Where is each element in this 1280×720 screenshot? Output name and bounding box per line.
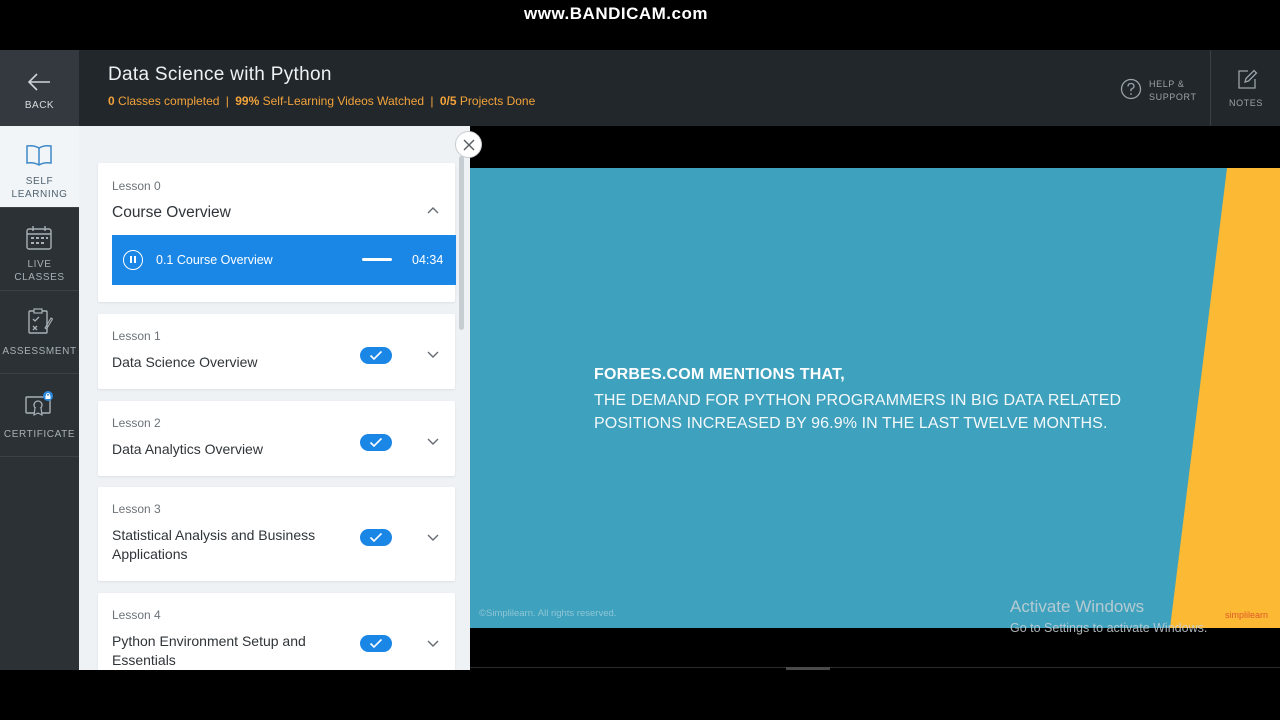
slide-heading: FORBES.COM MENTIONS THAT, xyxy=(594,366,845,383)
help-label-line1: HELP & xyxy=(1149,79,1185,89)
nav-label-line1: CERTIFICATE xyxy=(3,429,76,440)
lesson-title: Course Overview xyxy=(112,204,231,221)
completed-check-badge xyxy=(360,347,392,364)
calendar-icon xyxy=(26,226,52,250)
nav-self-learning[interactable]: SELF LEARNING xyxy=(0,126,79,208)
classes-completed-count: 0 xyxy=(108,94,115,108)
notes-button[interactable]: NOTES xyxy=(1212,50,1280,126)
chevron-down-icon[interactable] xyxy=(427,640,439,648)
lesson-title: Statistical Analysis and Business Applic… xyxy=(112,527,316,562)
player-progress-marker xyxy=(786,667,830,670)
pause-icon[interactable] xyxy=(123,250,143,270)
course-title: Data Science with Python xyxy=(108,64,332,85)
lesson-number: Lesson 1 xyxy=(112,329,161,343)
nav-label-line1: SELF xyxy=(25,176,54,187)
left-navigation: SELF LEARNING LIVE CLASSES ASSESSMENT CE… xyxy=(0,126,79,670)
completed-check-badge xyxy=(360,635,392,652)
lesson-title: Python Environment Setup and Essentials xyxy=(112,633,306,668)
nav-label-line1: LIVE xyxy=(27,259,52,270)
book-icon xyxy=(26,145,52,166)
checkmark-icon xyxy=(369,437,383,448)
certificate-lock-icon xyxy=(25,391,53,417)
lesson-number: Lesson 0 xyxy=(112,179,161,193)
help-support-label: HELP & SUPPORT xyxy=(1149,78,1197,104)
lesson-card-1[interactable]: Lesson 1 Data Science Overview xyxy=(98,314,455,389)
back-button[interactable]: BACK xyxy=(0,50,79,126)
chevron-up-icon[interactable] xyxy=(427,206,439,214)
lesson-number: Lesson 2 xyxy=(112,416,161,430)
completed-check-badge xyxy=(360,434,392,451)
lesson-card-0[interactable]: Lesson 0 Course Overview 0.1 Course Over… xyxy=(98,163,456,302)
checkmark-icon xyxy=(369,638,383,649)
lesson-number: Lesson 3 xyxy=(112,502,161,516)
course-header: BACK Data Science with Python 0 Classes … xyxy=(0,50,1280,126)
slide-body-text: THE DEMAND FOR PYTHON PROGRAMMERS IN BIG… xyxy=(594,392,1122,432)
nav-certificate[interactable]: CERTIFICATE xyxy=(0,375,79,457)
chevron-down-icon[interactable] xyxy=(427,438,439,446)
course-progress-stats: 0 Classes completed | 99% Self-Learning … xyxy=(108,94,535,108)
lesson-title: Data Analytics Overview xyxy=(112,441,263,457)
slide-brand-logo: simplilearn xyxy=(1225,610,1269,620)
player-bottom-border xyxy=(470,667,1280,668)
nav-assessment-label: ASSESSMENT xyxy=(0,345,79,358)
nav-label-line2: CLASSES xyxy=(14,272,65,283)
lesson-title: Data Science Overview xyxy=(112,354,258,370)
activate-windows-title: Activate Windows xyxy=(1010,597,1145,616)
projects-done-label: Projects Done xyxy=(459,94,536,108)
close-panel-button[interactable] xyxy=(455,131,482,158)
playing-indicator-bar xyxy=(362,258,392,261)
lesson-card-2[interactable]: Lesson 2 Data Analytics Overview xyxy=(98,401,455,476)
question-circle-icon xyxy=(1120,78,1142,100)
checkmark-icon xyxy=(369,532,383,543)
notes-label: NOTES xyxy=(1228,98,1263,108)
assessment-icon xyxy=(28,308,53,334)
lesson-card-3[interactable]: Lesson 3 Statistical Analysis and Busine… xyxy=(98,487,455,581)
help-support-button[interactable]: HELP & SUPPORT xyxy=(1120,76,1200,106)
back-label: BACK xyxy=(24,100,55,111)
video-player[interactable]: FORBES.COM MENTIONS THAT, THE DEMAND FOR… xyxy=(470,168,1280,628)
nav-label-line2: LEARNING xyxy=(11,189,68,200)
close-icon xyxy=(463,139,475,151)
completed-check-badge xyxy=(360,529,392,546)
pencil-note-icon xyxy=(1238,69,1258,89)
nav-self-learning-label: SELF LEARNING xyxy=(0,175,79,201)
lesson-list-panel[interactable]: Lesson 0 Course Overview 0.1 Course Over… xyxy=(79,126,470,670)
checkmark-icon xyxy=(369,350,383,361)
videos-watched-percent: 99% xyxy=(235,94,260,108)
lesson-card-4[interactable]: Lesson 4 Python Environment Setup and Es… xyxy=(98,593,455,670)
nav-live-classes[interactable]: LIVE CLASSES xyxy=(0,209,79,291)
videos-watched-label: Self-Learning Videos Watched xyxy=(262,94,425,108)
recorder-watermark: www.BANDICAM.com xyxy=(524,4,708,23)
chevron-down-icon[interactable] xyxy=(427,351,439,359)
lesson-list-scrollbar[interactable] xyxy=(459,156,464,330)
classes-completed-label: Classes completed xyxy=(118,94,220,108)
nav-certificate-label: CERTIFICATE xyxy=(0,428,79,441)
nav-live-classes-label: LIVE CLASSES xyxy=(0,258,79,284)
video-title: 0.1 Course Overview xyxy=(156,253,273,267)
video-duration: 04:34 xyxy=(412,253,444,267)
video-item-course-overview[interactable]: 0.1 Course Overview 04:34 xyxy=(112,235,456,285)
nav-label-line1: ASSESSMENT xyxy=(2,346,77,357)
nav-assessment[interactable]: ASSESSMENT xyxy=(0,292,79,374)
chevron-down-icon[interactable] xyxy=(427,534,439,542)
arrow-left-icon xyxy=(27,73,50,91)
help-label-line2: SUPPORT xyxy=(1149,92,1197,102)
lesson-number: Lesson 4 xyxy=(112,608,161,622)
projects-done-count: 0/5 xyxy=(439,94,457,108)
activate-windows-subtitle: Go to Settings to activate Windows. xyxy=(1010,621,1208,635)
stats-separator: | xyxy=(430,94,434,108)
slide-copyright: ©Simplilearn. All rights reserved. xyxy=(479,608,617,619)
header-divider xyxy=(1210,50,1211,126)
stats-separator: | xyxy=(225,94,229,108)
